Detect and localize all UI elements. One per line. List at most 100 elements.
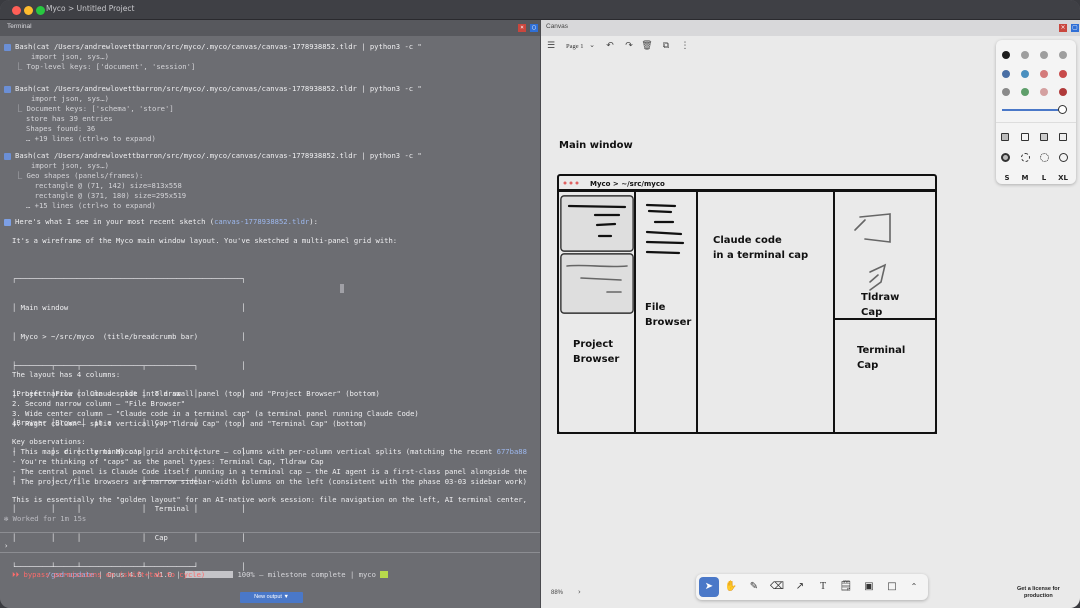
chevron-down-icon[interactable]: ⌄ <box>586 41 598 49</box>
size-xl-button[interactable]: XL <box>1056 174 1070 182</box>
color-swatch[interactable] <box>1021 51 1029 59</box>
column-item: 2. Second narrow column — "File Browser" <box>12 399 186 408</box>
tool-bullet-icon <box>4 86 11 93</box>
color-swatch[interactable] <box>1002 88 1010 96</box>
sketch-main-window-label[interactable]: Main window <box>559 140 633 151</box>
expand-hint[interactable]: … +19 lines (ctrl+o to expand) <box>26 134 156 144</box>
menu-icon[interactable]: ☰ <box>545 41 557 51</box>
bash-output-line: Shapes found: 36 <box>26 124 96 133</box>
select-tool-icon[interactable]: ➤ <box>699 577 719 597</box>
dash-solid-icon[interactable] <box>1059 153 1068 162</box>
color-swatch[interactable] <box>1059 88 1067 96</box>
tool-bar: ➤ ✋ ✎ ⌫ ↗ T 🗒 ▣ □ ⌃ <box>696 574 928 600</box>
fill-semi-icon[interactable] <box>1021 133 1029 141</box>
undo-icon[interactable]: ↶ <box>604 41 616 51</box>
ascii-line: │ │ │ │ Cap │ │ <box>12 533 246 543</box>
dash-dashed-icon[interactable] <box>1021 153 1030 162</box>
terminal-title: Terminal <box>7 23 32 30</box>
color-swatch[interactable] <box>1059 51 1067 59</box>
prompt-caret[interactable]: › <box>4 541 8 551</box>
note-tool-icon[interactable]: 🗒 <box>836 577 856 597</box>
terminal-panel[interactable]: Terminal × ▢ Bash(cat /Users/andrewlovet… <box>0 20 540 608</box>
dash-draw-icon[interactable] <box>1001 153 1010 162</box>
color-swatch[interactable] <box>1040 51 1048 59</box>
summary-intro: It's a wireframe of the Myco main window… <box>12 236 398 245</box>
color-swatch[interactable] <box>1040 70 1048 78</box>
summary-suffix: ): <box>309 217 318 226</box>
opacity-slider-track[interactable] <box>1002 109 1064 111</box>
bash-command-1: Bash(cat /Users/andrewlovettbarron/src/m… <box>15 42 422 51</box>
ascii-line: │ │ │ │ Terminal │ │ <box>12 504 246 514</box>
fill-solid-icon[interactable] <box>1040 133 1048 141</box>
close-window-button[interactable] <box>12 6 21 15</box>
observation-item: - This maps directly to Myco's grid arch… <box>12 447 497 456</box>
bash-output-line: rectangle @ (371, 180) size=295x519 <box>26 191 187 200</box>
fill-pattern-icon[interactable] <box>1059 133 1067 141</box>
trash-icon[interactable]: 🗑 <box>641 41 653 51</box>
bash-command-3-cont: import json, sys…) <box>31 161 109 170</box>
fill-none-icon[interactable] <box>1001 133 1009 141</box>
color-swatch[interactable] <box>1002 70 1010 78</box>
color-swatch[interactable] <box>1002 51 1010 59</box>
color-swatch[interactable] <box>1059 70 1067 78</box>
canvas-toolbar: ☰ Page 1 ⌄ ↶ ↷ 🗑 ⧉ ⋮ <box>541 36 701 58</box>
sketch-file-browser[interactable]: File Browser <box>645 300 691 330</box>
chevron-up-icon[interactable]: ⌃ <box>904 577 924 597</box>
size-l-button[interactable]: L <box>1037 174 1051 182</box>
page-selector[interactable]: Page 1 <box>566 43 584 50</box>
duplicate-icon[interactable]: ⧉ <box>660 41 672 51</box>
sketch-project-browser[interactable]: Project Browser <box>573 337 619 367</box>
expand-hint[interactable]: … +15 lines (ctrl+o to expand) <box>26 201 156 211</box>
close-panel-icon[interactable]: × <box>1059 24 1067 32</box>
column-item: 4. Right column — split vertically: "Tld… <box>12 419 367 428</box>
close-panel-icon[interactable]: × <box>518 24 526 32</box>
observations-heading: Key observations: <box>12 437 86 446</box>
sketch-tldraw-cap[interactable]: Tldraw Cap <box>861 290 899 320</box>
tool-bullet-icon <box>4 153 11 160</box>
new-output-button[interactable]: New output ▼ <box>240 592 303 603</box>
draw-tool-icon[interactable]: ✎ <box>744 577 764 597</box>
size-m-button[interactable]: M <box>1018 174 1032 182</box>
style-panel: S M L XL <box>996 40 1076 184</box>
opacity-slider-handle[interactable] <box>1058 105 1067 114</box>
sketch-terminal-cap[interactable]: Terminal Cap <box>857 343 905 373</box>
canvas-panel[interactable]: Canvas × ▢ ☰ Page 1 ⌄ ↶ ↷ 🗑 ⧉ ⋮ S M L XL… <box>540 20 1080 608</box>
more-icon[interactable]: ⋮ <box>679 41 691 51</box>
redo-icon[interactable]: ↷ <box>623 41 635 51</box>
zoom-level[interactable]: 88% <box>551 590 563 596</box>
color-swatch[interactable] <box>1021 70 1029 78</box>
hand-tool-icon[interactable]: ✋ <box>721 577 741 597</box>
window-title: Myco > Untitled Project <box>46 4 135 13</box>
color-swatch[interactable] <box>1021 88 1029 96</box>
ascii-line: ┌───────────────────────────────────────… <box>12 274 246 284</box>
size-s-button[interactable]: S <box>1000 174 1014 182</box>
title-bar: Myco > Untitled Project <box>0 0 1080 20</box>
rectangle-tool-icon[interactable]: □ <box>882 577 902 597</box>
bash-output-1: Top-level keys: ['document', 'session'] <box>26 62 196 71</box>
terminal-output: Bash(cat /Users/andrewlovettbarron/src/m… <box>0 36 540 608</box>
eraser-tool-icon[interactable]: ⌫ <box>767 577 787 597</box>
color-swatch[interactable] <box>1040 88 1048 96</box>
ascii-line: ├────────┬─────┬──────────────┬─────────… <box>12 360 246 370</box>
bash-output-line: Geo shapes (panels/frames): <box>26 171 144 180</box>
canvas-header: Canvas × ▢ <box>541 20 1080 36</box>
observation-item: - You're thinking of "caps" as the panel… <box>12 457 324 466</box>
text-tool-icon[interactable]: T <box>813 577 833 597</box>
sketch-claude-code[interactable]: Claude code in a terminal cap <box>713 233 808 263</box>
scrollbar-thumb[interactable] <box>340 284 344 293</box>
arrow-tool-icon[interactable]: ↗ <box>790 577 810 597</box>
zoom-window-button[interactable] <box>36 6 45 15</box>
minimize-window-button[interactable] <box>24 6 33 15</box>
chevron-right-icon[interactable]: › <box>578 588 581 596</box>
bypass-permissions[interactable]: ⏵⏵ bypass permissions on (shift+tab to c… <box>12 570 205 580</box>
ascii-line: │ Main window │ <box>12 302 246 312</box>
split-panel-icon[interactable]: ▢ <box>1071 24 1079 32</box>
license-link[interactable]: Get a license for production <box>1017 586 1060 600</box>
commit-link[interactable]: 677ba88 <box>497 447 527 456</box>
closing-summary: This is essentially the "golden layout" … <box>12 495 527 504</box>
image-tool-icon[interactable]: ▣ <box>859 577 879 597</box>
split-panel-icon[interactable]: ▢ <box>530 24 538 32</box>
dash-dotted-icon[interactable] <box>1040 153 1049 162</box>
sketch-file-link[interactable]: canvas-1778938852.tldr <box>214 217 309 226</box>
terminal-header: Terminal × ▢ <box>0 20 540 36</box>
